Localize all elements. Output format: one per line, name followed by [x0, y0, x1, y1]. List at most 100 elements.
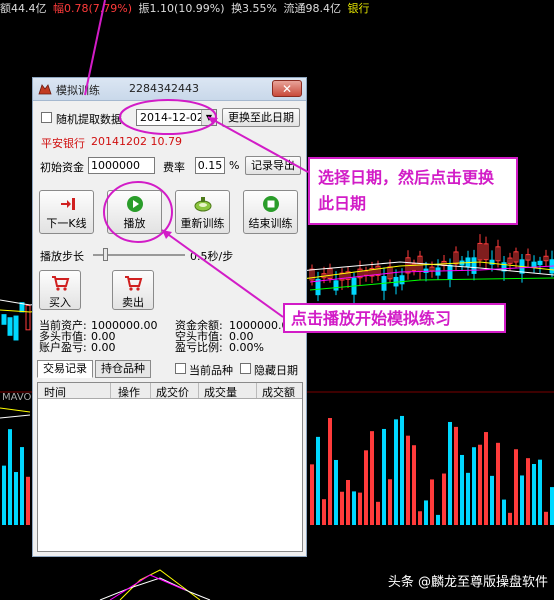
- date-select[interactable]: 2014-12-02 ▼: [136, 109, 217, 126]
- tab-positions[interactable]: 持仓品种: [95, 360, 151, 378]
- indicator-line: [99, 577, 211, 600]
- volume-bar: [400, 415, 404, 525]
- col-amount: 成交额: [262, 386, 295, 399]
- volume-bar: [424, 500, 428, 525]
- volume-bar: [526, 458, 530, 525]
- volume-bar: [328, 418, 332, 525]
- play-button[interactable]: 播放: [107, 190, 162, 234]
- stop-icon: [262, 196, 279, 212]
- cart-buy-icon: [52, 276, 70, 291]
- candle: [25, 305, 31, 331]
- end-label: 结束训练: [248, 217, 293, 230]
- sector-text: 银行: [347, 2, 370, 15]
- volume-bar: [436, 514, 440, 525]
- play-icon: [126, 196, 143, 212]
- initial-capital-label: 初始资金: [40, 161, 84, 174]
- window-titlebar[interactable]: 模拟训练 2284342443 ✕: [33, 78, 306, 101]
- indicator-line: [0, 407, 31, 413]
- volume-bar: [472, 447, 476, 525]
- volume-bar: [376, 501, 380, 525]
- buy-button[interactable]: 买入: [39, 270, 81, 310]
- account-pnl-value: 0.00: [91, 341, 116, 354]
- volume-bar: [520, 475, 524, 525]
- amplitude-text: 振1.10(10.99%): [138, 2, 225, 15]
- volume-bar: [532, 464, 536, 525]
- pnl-ratio-label: 盈亏比例:: [175, 341, 223, 354]
- volume-bar: [310, 464, 314, 525]
- simulation-training-window: 模拟训练 2284342443 ✕ 随机提取数据 2014-12-02 ▼ 更换…: [32, 77, 307, 557]
- volume-bar: [466, 472, 470, 525]
- float-text: 流通98.4亿: [283, 2, 342, 15]
- restart-label: 重新训练: [180, 217, 225, 230]
- current-symbol-checkbox[interactable]: [175, 363, 186, 374]
- turnover-text: 换3.55%: [231, 2, 278, 15]
- volume-bar: [26, 476, 30, 525]
- trade-records-table[interactable]: 时间 操作 成交价 成交量 成交额: [37, 382, 303, 552]
- next-step-icon: [60, 198, 75, 210]
- indicator-line: [109, 574, 186, 600]
- volume-bar: [346, 479, 350, 525]
- volume-bar: [538, 459, 542, 525]
- initial-capital-input[interactable]: 1000000: [88, 157, 155, 174]
- random-fetch-checkbox[interactable]: [41, 112, 52, 123]
- hide-date-label: 隐藏日期: [254, 364, 298, 377]
- volume-bar: [514, 449, 518, 525]
- tab-trade-records[interactable]: 交易记录: [37, 360, 93, 378]
- volume-bar: [8, 429, 12, 525]
- volume-bar: [412, 445, 416, 525]
- amount-text: 额44.4亿: [0, 2, 47, 15]
- play-label: 播放: [123, 217, 146, 230]
- play-tip-callout: 点击播放开始模拟练习: [283, 303, 506, 333]
- indicator-line: [0, 414, 31, 419]
- volume-bar: [352, 491, 356, 525]
- volume-bar: [454, 426, 458, 525]
- volume-bar: [484, 432, 488, 525]
- dropdown-arrow-icon[interactable]: ▼: [201, 110, 216, 125]
- close-button[interactable]: ✕: [272, 80, 302, 97]
- cart-sell-icon: [125, 276, 143, 291]
- export-record-button[interactable]: 记录导出: [245, 156, 301, 175]
- fee-rate-label: 费率: [163, 161, 185, 174]
- volume-bar: [364, 450, 368, 525]
- fee-rate-input[interactable]: 0.15: [195, 157, 225, 174]
- restart-training-button[interactable]: 重新训练: [175, 190, 230, 234]
- volume-bar: [508, 512, 512, 525]
- sell-label: 卖出: [122, 296, 144, 309]
- volume-bar: [460, 454, 464, 525]
- volume-bar: [490, 475, 494, 525]
- volume-bar: [478, 444, 482, 525]
- account-id: 2284342443: [129, 82, 199, 95]
- volume-bar: [430, 479, 434, 525]
- close-icon: ✕: [281, 82, 293, 96]
- date-tip-callout: 选择日期，然后点击更换此日期: [308, 157, 518, 225]
- change-date-button[interactable]: 更换至此日期: [222, 108, 300, 127]
- volume-bar: [418, 511, 422, 525]
- col-time: 时间: [44, 386, 66, 399]
- window-title: 模拟训练: [56, 84, 100, 97]
- volume-bar: [340, 491, 344, 525]
- candle: [7, 317, 13, 336]
- account-pnl-label: 账户盈亏:: [39, 341, 87, 354]
- col-volume: 成交量: [204, 386, 237, 399]
- col-price: 成交价: [156, 386, 189, 399]
- volume-bar: [550, 487, 554, 525]
- next-candle-button[interactable]: 下一K线: [39, 190, 94, 234]
- volume-bar: [502, 499, 506, 525]
- volume-bar: [316, 436, 320, 525]
- sell-button[interactable]: 卖出: [112, 270, 154, 310]
- volume-bar: [544, 511, 548, 525]
- volume-bar: [358, 492, 362, 525]
- volume-bar: [20, 447, 24, 525]
- volume-bar: [322, 499, 326, 525]
- restart-icon: [194, 197, 211, 212]
- volume-bar: [394, 419, 398, 525]
- watermark: 头条 @麟龙至尊版操盘软件: [387, 575, 548, 590]
- volume-bar: [382, 428, 386, 525]
- change-text: 幅0.78(7.79%): [53, 2, 133, 15]
- bull-logo-icon: [38, 84, 52, 95]
- date-value: 2014-12-02: [140, 111, 204, 124]
- step-slider-thumb[interactable]: [103, 248, 108, 261]
- end-training-button[interactable]: 结束训练: [243, 190, 298, 234]
- hide-date-checkbox[interactable]: [240, 363, 251, 374]
- quote-bar: 额44.4亿 幅0.78(7.79%) 振1.10(10.99%) 换3.55%…: [0, 0, 554, 18]
